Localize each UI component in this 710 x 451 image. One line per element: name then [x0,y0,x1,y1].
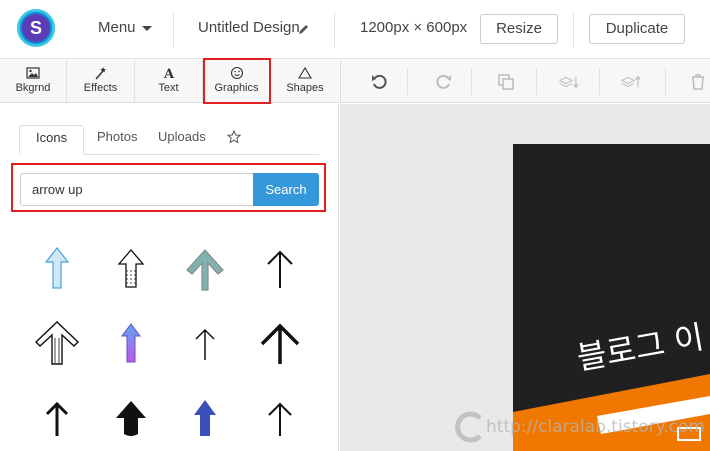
trash-icon[interactable] [688,72,708,92]
arrow-up-bold-black-icon[interactable] [106,392,156,442]
svg-text:A: A [162,67,174,80]
watermark-logo-icon [455,411,482,443]
search-highlight [11,163,326,212]
arrow-up-striped-outline-icon[interactable] [32,318,82,368]
chevron-down-icon [141,25,152,31]
arrow-up-black-icon[interactable] [32,392,82,442]
divider [536,68,537,95]
tool-text[interactable]: A Text [135,60,202,103]
image-icon [26,67,40,79]
logo-letter: S [22,14,50,42]
magic-wand-icon [94,67,106,80]
arrow-up-gradient-icon[interactable] [106,318,156,368]
tab-uploads[interactable]: Uploads [158,125,206,155]
graphics-panel: Icons Photos Uploads Search [0,104,339,451]
graphics-tool-highlight [203,58,271,104]
copy-icon[interactable] [496,72,516,92]
divider [334,13,335,47]
tab-photos[interactable]: Photos [97,125,137,155]
arrow-up-thin-small-icon[interactable] [180,318,230,368]
tool-label: Effects [83,82,118,94]
tool-label: Text [158,82,179,94]
arrow-up-thin-icon[interactable] [255,244,305,294]
arrow-up-light-blue-icon[interactable] [32,244,82,294]
tool-background[interactable]: Bkgrnd [0,60,66,103]
tool-label: Bkgrnd [15,82,51,94]
tool-effects[interactable]: Effects [67,60,134,103]
design-canvas[interactable]: 블로그 이 [513,144,710,451]
app-logo[interactable]: S [17,9,55,47]
arrow-up-thin-dark-icon[interactable] [255,392,305,442]
canvas-size-label: 1200px × 600px [360,19,468,36]
tool-label: Shapes [286,82,324,94]
layer-up-icon[interactable] [621,72,641,92]
design-title[interactable]: Untitled Design [198,19,300,36]
divider [173,13,174,47]
arrow-up-teal-chevron-icon[interactable] [180,244,230,294]
divider [573,13,574,47]
resize-button[interactable]: Resize [480,14,558,44]
divider [407,68,408,95]
arrow-up-blue-icon[interactable] [180,392,230,442]
graphics-tabs: Icons Photos Uploads [19,125,319,155]
divider [471,68,472,95]
pencil-icon[interactable] [298,23,310,35]
undo-icon[interactable] [370,72,390,92]
tool-shapes[interactable]: Shapes [271,60,339,103]
divider [665,68,666,95]
redo-icon[interactable] [433,72,453,92]
left-toolbar: Bkgrnd Effects A Text Graphics Shapes [0,60,339,103]
arrow-up-bold-chevron-icon[interactable] [255,318,305,368]
arrow-up-dashed-outline-icon[interactable] [106,244,156,294]
app-page: S Menu Untitled Design 1200px × 600px Re… [0,0,710,451]
menu-button[interactable]: Menu [98,19,152,36]
tab-icons[interactable]: Icons [19,125,85,155]
divider [599,68,600,95]
watermark: http://claralab.tistory.com [452,410,705,444]
canvas-shapes [513,374,710,451]
canvas-toolbar [340,60,710,103]
watermark-text: http://claralab.tistory.com [486,417,705,437]
menu-label: Menu [98,19,136,36]
duplicate-button[interactable]: Duplicate [589,14,685,44]
top-header: S Menu Untitled Design 1200px × 600px Re… [0,0,710,59]
text-icon: A [162,67,174,80]
layer-down-icon[interactable] [559,72,579,92]
triangle-icon [298,66,312,79]
star-icon[interactable] [227,130,241,144]
